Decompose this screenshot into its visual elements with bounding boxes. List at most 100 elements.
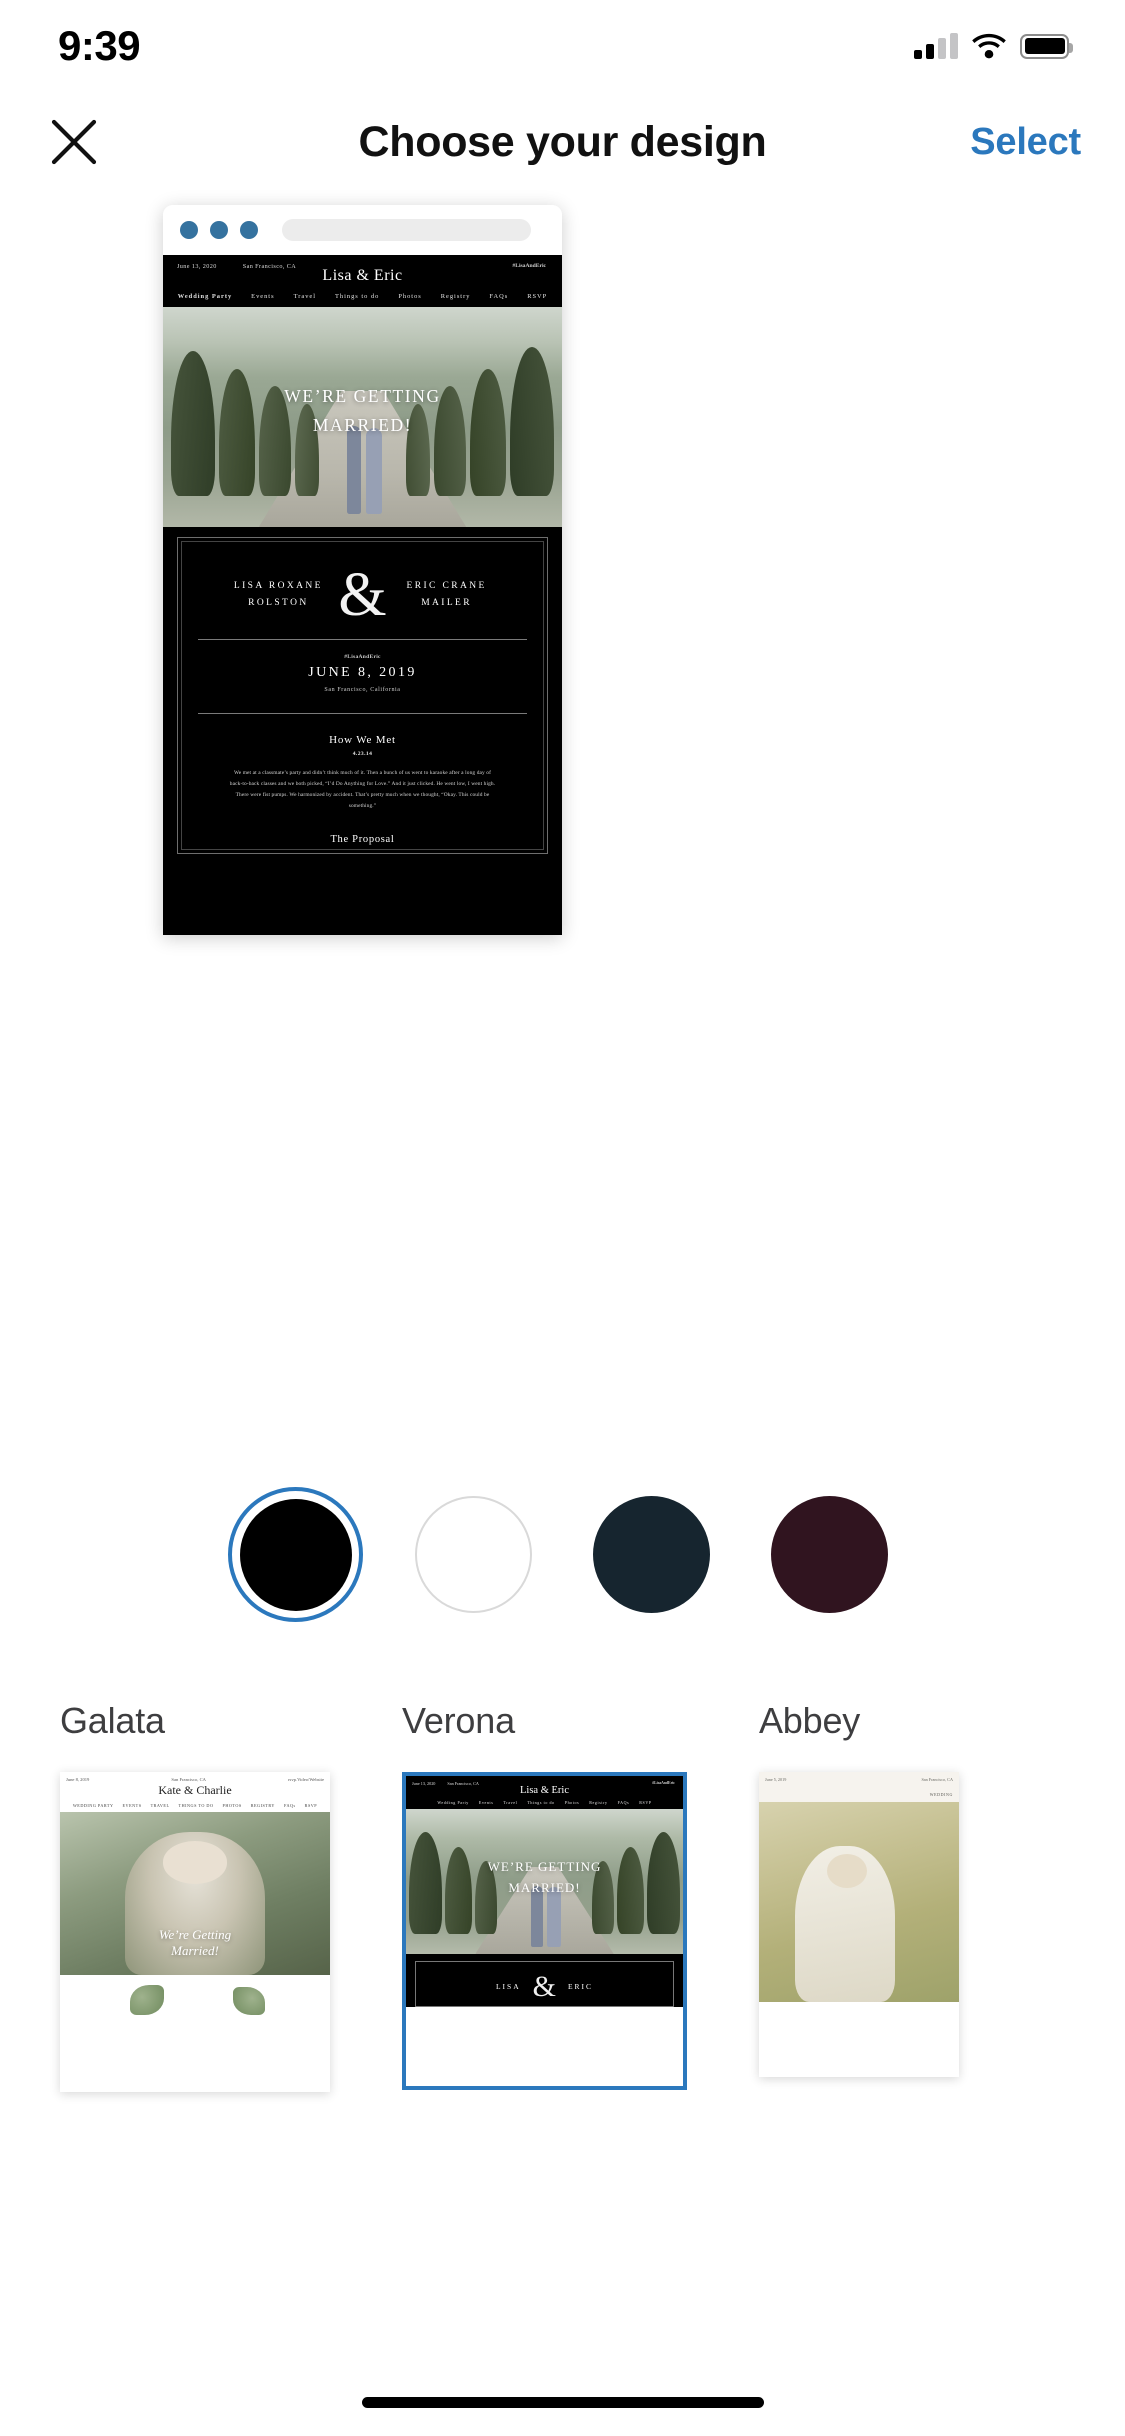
color-swatch-fill	[771, 1496, 888, 1613]
how-we-met-title: How We Met	[329, 733, 396, 746]
abbey-date: June 5, 2019	[765, 1777, 787, 1782]
hero-line-1: WE’RE GETTING	[284, 385, 441, 406]
design-card-galata[interactable]: Galata June 8, 2019 San Francisco, CA rs…	[60, 1700, 330, 2092]
verona-nav-item: Events	[478, 1800, 494, 1805]
verona-hashtag: #LisaAndEric	[652, 1781, 675, 1785]
browser-chrome	[163, 205, 562, 255]
wifi-icon	[972, 33, 1006, 59]
verona-details-card: LISA & ERIC	[406, 1954, 683, 2007]
wedding-date: JUNE 8, 2019	[308, 664, 417, 680]
cellular-signal-icon	[914, 33, 958, 59]
browser-dot	[240, 221, 258, 239]
site-nav-item: Things to do	[335, 293, 380, 300]
galata-nav-item: TRAVEL	[150, 1803, 170, 1808]
site-nav: Wedding Party Events Travel Things to do…	[177, 293, 548, 300]
galata-nav-item: FAQs	[283, 1803, 296, 1808]
site-nav-item: Travel	[293, 293, 317, 300]
how-we-met-date: 4.23.14	[352, 750, 373, 757]
galata-couple-title: Kate & Charlie	[158, 1783, 232, 1797]
galata-nav-item: REGISTRY	[250, 1803, 275, 1808]
galata-hero-line-1: We’re Getting	[158, 1926, 232, 1942]
divider	[198, 638, 527, 640]
status-bar-indicators	[914, 33, 1073, 59]
galata-nav-item: EVENTS	[122, 1803, 142, 1808]
page-title: Choose your design	[358, 117, 767, 166]
galata-site-header: June 8, 2019 San Francisco, CA rsvp.Vide…	[60, 1772, 330, 1812]
browser-url-bar	[282, 219, 531, 241]
verona-nav-item: Photos	[564, 1800, 580, 1805]
abbey-site-header: June 5, 2019 San Francisco, CA WEDDING	[759, 1772, 959, 1802]
verona-nav-item: Wedding Party	[437, 1800, 469, 1805]
site-nav-item: FAQs	[489, 293, 509, 300]
hero-heading: WE’RE GETTING MARRIED!	[163, 382, 562, 440]
browser-dot	[180, 221, 198, 239]
website-preview-content: June 13, 2020 San Francisco, CA #LisaAnd…	[163, 255, 562, 935]
verona-location: San Francisco, CA	[447, 1781, 479, 1786]
color-swatch-white[interactable]	[406, 1487, 541, 1622]
site-location: San Francisco, CA	[242, 263, 297, 270]
verona-nav-item: Things to do	[527, 1800, 555, 1805]
design-preview[interactable]: June 13, 2020 San Francisco, CA #LisaAnd…	[163, 205, 562, 935]
galata-hero-line-2: Married!	[171, 1942, 219, 1958]
top-nav-bar: Choose your design Select	[0, 92, 1125, 192]
status-bar: 9:39	[0, 0, 1125, 92]
browser-dot	[210, 221, 228, 239]
color-swatch-fill	[415, 1496, 532, 1613]
groom-name: ERIC CRANE MAILER	[406, 580, 487, 609]
color-swatch-row	[0, 1487, 1125, 1622]
verona-bride-name: LISA	[495, 1981, 521, 1991]
color-swatch-black[interactable]	[228, 1487, 363, 1622]
site-date: June 13, 2020	[177, 263, 217, 270]
site-nav-item: Events	[251, 293, 275, 300]
design-label: Abbey	[759, 1700, 861, 1741]
verona-nav-item: Registry	[589, 1800, 608, 1805]
verona-nav-item: FAQs	[617, 1800, 630, 1805]
battery-icon	[1020, 33, 1073, 59]
design-label: Galata	[60, 1700, 165, 1741]
card-hashtag: #LisaAndEric	[344, 653, 381, 660]
status-bar-time: 9:39	[58, 22, 141, 69]
galata-footer	[60, 1975, 330, 2037]
design-label: Verona	[402, 1700, 515, 1741]
verona-nav-item: Travel	[503, 1800, 518, 1805]
galata-nav-item: WEDDING PARTY	[72, 1803, 114, 1808]
design-thumbnail-selected[interactable]: June 13, 2020 San Francisco, CA #LisaAnd…	[402, 1772, 687, 2090]
galata-nav-item: RSVP	[304, 1803, 318, 1808]
how-we-met-body: We met at a classmate’s party and didn’t…	[229, 769, 496, 809]
verona-site-header: June 13, 2020 San Francisco, CA #LisaAnd…	[406, 1776, 683, 1809]
verona-groom-name: ERIC	[567, 1981, 594, 1991]
close-icon[interactable]	[38, 106, 110, 178]
verona-hero-line-1: WE’RE GETTING	[487, 1858, 602, 1874]
site-header: June 13, 2020 San Francisco, CA #LisaAnd…	[163, 255, 562, 307]
browser-traffic-lights	[180, 221, 258, 239]
select-button[interactable]: Select	[970, 121, 1087, 164]
site-nav-item: RSVP	[527, 293, 548, 300]
site-nav-item: Wedding Party	[177, 293, 233, 300]
galata-hero-heading: We’re Getting Married!	[60, 1927, 330, 1960]
color-swatch-fill	[239, 1498, 352, 1611]
site-couple-title: Lisa & Eric	[322, 267, 403, 284]
galata-date: June 8, 2019	[66, 1777, 90, 1782]
design-thumbnail[interactable]: June 8, 2019 San Francisco, CA rsvp.Vide…	[60, 1772, 330, 2092]
design-card-abbey[interactable]: Abbey June 5, 2019 San Francisco, CA WED…	[759, 1700, 959, 2077]
hero-line-2: MARRIED!	[312, 414, 413, 435]
design-card-verona[interactable]: Verona June 13, 2020 San Francisco, CA #…	[402, 1700, 687, 2090]
design-carousel[interactable]: Galata June 8, 2019 San Francisco, CA rs…	[0, 1700, 1125, 2092]
design-thumbnail[interactable]: June 5, 2019 San Francisco, CA WEDDING	[759, 1772, 959, 2077]
verona-hero-line-2: MARRIED!	[508, 1879, 581, 1895]
color-swatch-fill	[593, 1496, 710, 1613]
color-swatch-navy[interactable]	[584, 1487, 719, 1622]
divider	[198, 712, 527, 714]
home-indicator	[361, 2397, 764, 2408]
verona-hero-photo: WE’RE GETTING MARRIED!	[406, 1809, 683, 1954]
ampersand-glyph: &	[338, 561, 387, 629]
galata-nav-item: THINGS TO DO	[178, 1803, 214, 1808]
galata-location: San Francisco, CA	[171, 1777, 206, 1782]
color-swatch-plum[interactable]	[762, 1487, 897, 1622]
site-hashtag: #LisaAndEric	[512, 263, 546, 269]
galata-nav-item: PHOTOS	[222, 1803, 242, 1808]
verona-couple-title: Lisa & Eric	[520, 1785, 569, 1796]
galata-hero-photo: We’re Getting Married!	[60, 1812, 330, 1975]
proposal-title: The Proposal	[330, 833, 395, 845]
verona-hero-heading: WE’RE GETTING MARRIED!	[406, 1857, 683, 1899]
